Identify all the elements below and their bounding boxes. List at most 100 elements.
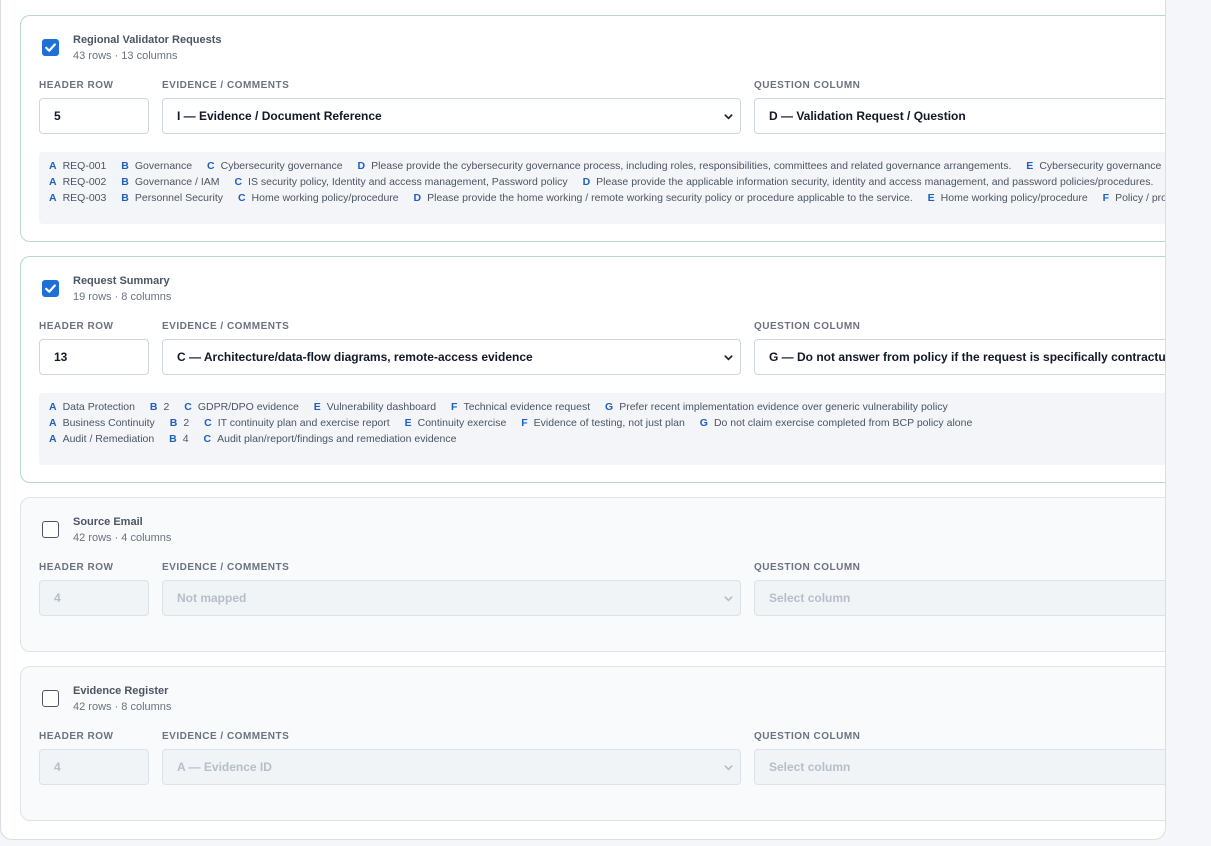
header-row-label: HEADER ROW <box>39 562 114 573</box>
preview-cell: B Personnel Security <box>121 192 223 204</box>
header-row-label: HEADER ROW <box>39 80 114 91</box>
cell-value: Please provide the home working / remote… <box>427 192 913 204</box>
cell-value: Technical evidence request <box>463 401 591 413</box>
column-letter: E <box>313 401 321 413</box>
preview-cell: A REQ-002 <box>49 176 106 188</box>
preview-cell: F Evidence of testing, not just plan <box>521 417 685 429</box>
preview-row: A REQ-002 B Governance / IAM C IS security … <box>49 176 1165 192</box>
preview-cell: E Continuity exercise <box>405 417 507 429</box>
preview-cell: A Data Protection <box>49 401 135 413</box>
column-letter: B <box>169 417 178 429</box>
cell-value: Evidence of testing, not just plan <box>533 417 685 429</box>
evidence-label: EVIDENCE / COMMENTS <box>162 731 290 742</box>
column-letter: C <box>184 401 192 413</box>
column-letter: E <box>404 417 412 429</box>
sheet-include-checkbox[interactable] <box>42 280 59 297</box>
preview-cell: E Home working policy/procedure <box>928 192 1088 204</box>
question-column-select[interactable]: D — Validation Request / Question <box>754 98 1165 134</box>
cell-value: Home working policy/procedure <box>251 192 399 204</box>
evidence-select-value: C — Architecture/data-flow diagrams, rem… <box>177 350 533 364</box>
preview-cell: D Please provide the home working / remot… <box>414 192 913 204</box>
preview-cell: C Home working policy/procedure <box>238 192 399 204</box>
cell-value: REQ-002 <box>62 176 107 188</box>
cell-value: Audit / Remediation <box>62 433 155 445</box>
preview-cell: G Prefer recent implementation evidence o… <box>605 401 948 413</box>
column-letter: A <box>49 417 57 429</box>
question-label: QUESTION COLUMN <box>754 321 861 332</box>
column-letter: D <box>582 176 591 188</box>
cell-value: IS security policy, Identity and access … <box>248 176 568 188</box>
header-row-label: HEADER ROW <box>39 321 114 332</box>
column-letter: A <box>49 401 57 413</box>
column-letter: C <box>237 192 246 204</box>
evidence-select[interactable]: I — Evidence / Document Reference <box>162 98 741 134</box>
sheet-include-checkbox[interactable] <box>42 690 59 707</box>
column-letter: B <box>169 433 177 445</box>
cell-value: Cybersecurity governance <box>220 160 343 172</box>
preview-row: A Data Protection B2 C GDPR/DPO evidence E… <box>49 401 1165 417</box>
preview-cell: C Audit plan/report/findings and remediat… <box>204 433 457 445</box>
mapping-panel: Regional Validator Requests 43 rows · 13… <box>0 0 1166 840</box>
preview-cell: B2 <box>170 417 189 429</box>
cell-value: Policy / procedure <box>1115 192 1165 204</box>
column-letter: B <box>121 192 129 204</box>
evidence-select[interactable]: C — Architecture/data-flow diagrams, rem… <box>162 339 741 375</box>
preview-cell: A Audit / Remediation <box>49 433 154 445</box>
preview-row: A Audit / Remediation B4 C Audit plan/repo… <box>49 433 1165 449</box>
header-row-input[interactable]: 5 <box>39 98 149 134</box>
cell-value: Please provide the cybersecurity governa… <box>371 160 1012 172</box>
question-column-select[interactable]: Select column <box>754 580 1165 616</box>
preview-row: A REQ-001 B Governance C Cybersecurity gove… <box>49 160 1165 176</box>
chevron-down-icon <box>724 596 733 602</box>
cell-value: Governance <box>134 160 193 172</box>
preview-cell: G Do not claim exercise completed from BC… <box>700 417 973 429</box>
cell-value: 4 <box>182 433 189 445</box>
header-row-input[interactable]: 13 <box>39 339 149 375</box>
evidence-select[interactable]: Not mapped <box>162 580 741 616</box>
evidence-select-value: I — Evidence / Document Reference <box>177 109 382 123</box>
evidence-label: EVIDENCE / COMMENTS <box>162 80 290 91</box>
header-row-label: HEADER ROW <box>39 731 114 742</box>
cell-value: Audit plan/report/findings and remediati… <box>217 433 457 445</box>
preview-cell: D Please provide the cybersecurity govern… <box>358 160 1012 172</box>
check-icon <box>45 43 56 52</box>
preview-cell: F Technical evidence request <box>451 401 590 413</box>
chevron-down-icon <box>724 765 733 771</box>
question-column-select[interactable]: G — Do not answer from policy if the req… <box>754 339 1165 375</box>
cell-value: Home working policy/procedure <box>940 192 1088 204</box>
header-row-input[interactable]: 4 <box>39 749 149 785</box>
cell-value: GDPR/DPO evidence <box>197 401 299 413</box>
sheet-include-checkbox[interactable] <box>42 521 59 538</box>
cell-value: REQ-003 <box>62 192 107 204</box>
column-letter: B <box>149 401 158 413</box>
evidence-select[interactable]: A — Evidence ID <box>162 749 741 785</box>
question-column-select[interactable]: Select column <box>754 749 1165 785</box>
question-label: QUESTION COLUMN <box>754 80 861 91</box>
cell-value: Vulnerability dashboard <box>326 401 437 413</box>
cell-value: Please provide the applicable informatio… <box>596 176 1154 188</box>
preview-cell: B Governance / IAM <box>121 176 219 188</box>
column-letter: E <box>1026 160 1034 172</box>
preview-cell: E Vulnerability dashboard <box>314 401 436 413</box>
column-letter: C <box>207 160 215 172</box>
cell-value: Governance / IAM <box>134 176 220 188</box>
cell-value: Data Protection <box>62 401 135 413</box>
cell-value: Cybersecurity governance <box>1039 160 1162 172</box>
sheet-title: Regional Validator Requests <box>73 34 222 46</box>
sheet-meta: 42 rows · 4 columns <box>73 532 172 544</box>
sheet-include-checkbox[interactable] <box>42 39 59 56</box>
chevron-down-icon <box>724 114 733 120</box>
preview-cell: B2 <box>150 401 169 413</box>
header-row-input[interactable]: 4 <box>39 580 149 616</box>
preview-cell: B4 <box>169 433 188 445</box>
column-letter: D <box>357 160 366 172</box>
column-letter: C <box>203 433 212 445</box>
cell-value: Business Continuity <box>62 417 155 429</box>
cell-value: 2 <box>183 417 190 429</box>
preview-cell: C Cybersecurity governance <box>207 160 343 172</box>
column-letter: G <box>605 401 614 413</box>
column-letter: C <box>234 176 243 188</box>
sheet-meta: 19 rows · 8 columns <box>73 291 172 303</box>
cell-value: Prefer recent implementation evidence ov… <box>619 401 948 413</box>
preview-row: A REQ-003 B Personnel Security C Home worki… <box>49 192 1165 208</box>
